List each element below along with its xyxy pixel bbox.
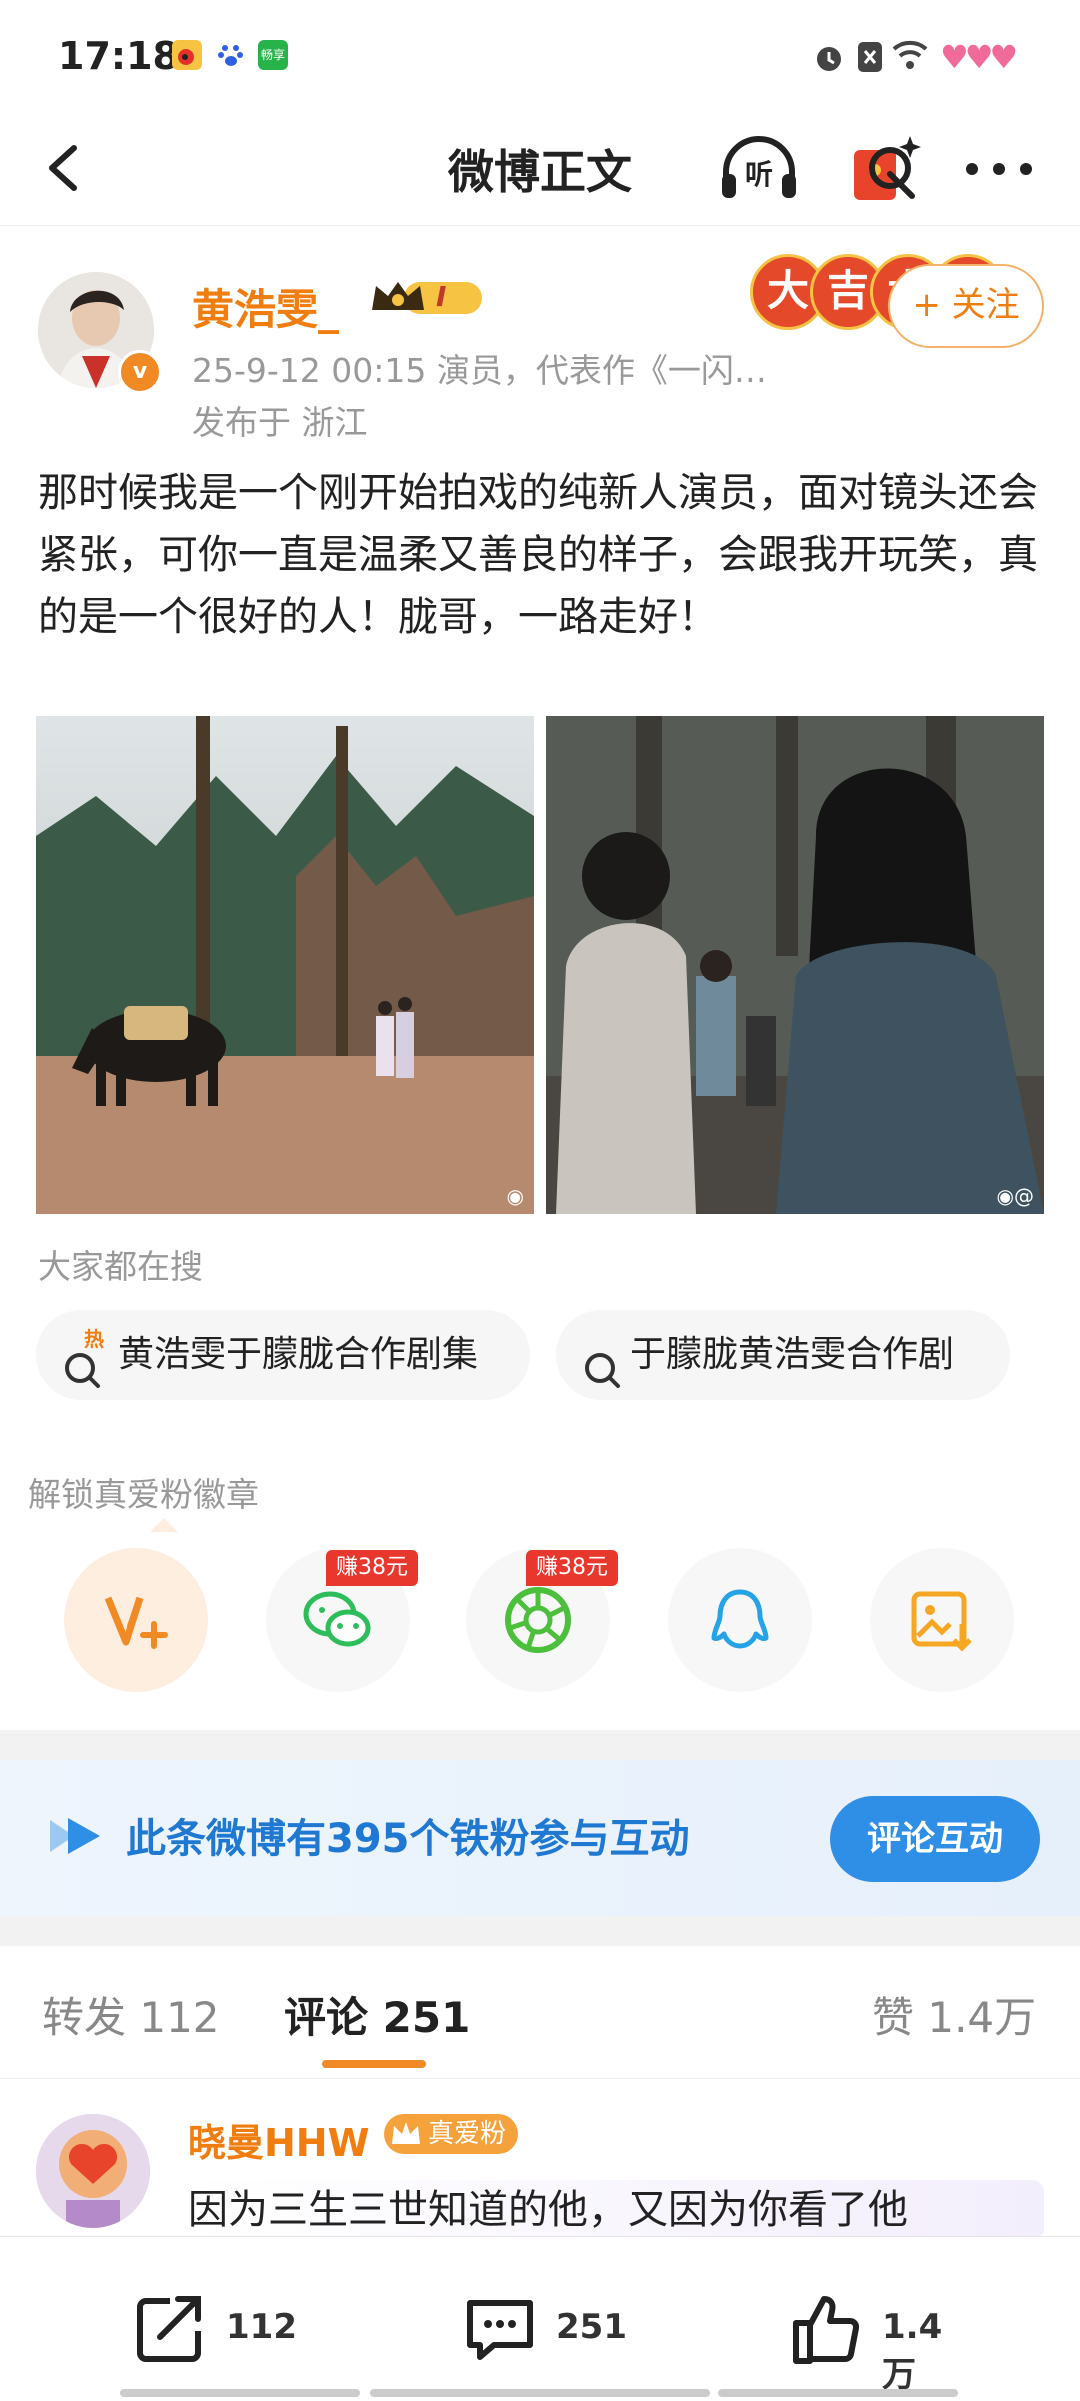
watermark-weibo-icon: ◉ [506,1184,524,1208]
earn-badge-moments: 赚38元 [526,1550,618,1586]
search-chip-1[interactable]: 热 黄浩雯于朦胧合作剧集 [36,1310,530,1400]
search-section-label: 大家都在搜 [38,1247,203,1286]
search-icon [582,1334,624,1388]
post-photo-1[interactable]: ◉ [36,716,534,1214]
save-image-button[interactable] [870,1548,1014,1692]
wifi-icon [892,40,928,74]
section-divider [0,1916,1080,1946]
watermark-weibo-icon: ◉@ [996,1184,1034,1208]
search-chip-2-label: 于朦胧黄浩雯合作剧 [630,1334,955,1375]
level-badge: I [436,280,447,313]
share-qq-button[interactable] [668,1548,812,1692]
like-action[interactable]: 1.4万 [786,2289,966,2395]
true-fan-badge-label: 真爱粉 [428,2119,507,2149]
true-fan-badge: 真爱粉 [384,2114,519,2154]
section-divider [0,1730,1080,1760]
label-pointer [150,1518,178,1532]
play-icon [44,1812,106,1864]
comment-text: 因为三生三世知道的他，又因为你看了他 [188,2180,1044,2240]
status-bar: 17:18 畅享 ♥♥♥ [0,0,1080,110]
battery-hearts-icon: ♥♥♥ [940,38,1018,76]
alarm-icon [812,40,846,78]
post-meta: 25-9-12 00:15 演员，代表作《一闪… [192,351,767,390]
comment-action[interactable]: 251 [460,2289,640,2369]
baidu-notification-icon [216,40,246,70]
earn-badge-wechat: 赚38元 [326,1550,418,1586]
search-chip-1-label: 黄浩雯于朦胧合作剧集 [118,1334,479,1375]
member-crown-icon: I [368,276,486,320]
gesture-bar [120,2389,360,2397]
fans-banner-text: 此条微博有395个铁粉参与互动 [126,1816,690,1862]
gesture-bar [370,2389,710,2397]
share-weibo-fan-button[interactable] [64,1548,208,1692]
hot-search-icon: 热 [62,1328,104,1388]
nfc-icon [856,40,884,78]
tab-repost[interactable]: 转发 112 [42,1984,220,2045]
post-photo-2[interactable]: ◉@ [546,716,1044,1214]
comment-icon [467,2300,533,2360]
listen-button[interactable]: 听 [714,124,804,214]
author-name[interactable]: 黄浩雯_ [192,276,339,337]
search-chip-2[interactable]: 于朦胧黄浩雯合作剧 [556,1310,1010,1400]
repost-action[interactable]: 112 [130,2289,310,2369]
post-location: 发布于 浙江 [192,403,368,442]
bottom-action-bar: 112 251 1.4万 [0,2236,1080,2401]
listen-label: 听 [745,158,773,191]
comment-count: 251 [556,2307,627,2347]
repost-icon [137,2296,201,2362]
more-button[interactable] [954,124,1044,214]
repost-count: 112 [226,2307,297,2347]
share-section-label: 解锁真爱粉徽章 [28,1475,259,1514]
gesture-bar [718,2389,958,2397]
nav-bar: 微博正文 听 [0,110,1080,226]
tabs-divider [0,2078,1080,2079]
post-text: 那时候我是一个刚开始拍戏的纯新人演员，面对镜头还会紧张，可你一直是温柔又善良的样… [38,470,1038,640]
fan-crown-icon [392,2122,420,2144]
tab-active-indicator [322,2060,426,2068]
commenter-name[interactable]: 晓曼HHW [188,2112,370,2167]
fans-interaction-banner: 此条微博有395个铁粉参与互动 评论互动 [0,1760,1080,1916]
like-icon [793,2296,860,2364]
commenter-avatar[interactable] [36,2114,150,2228]
app-notification-icon: 畅享 [258,40,288,70]
follow-button[interactable]: + 关注 [888,264,1044,348]
weibo-notification-icon [172,40,202,70]
tab-likes[interactable]: 赞 1.4万 [872,1984,1036,2045]
like-count: 1.4万 [882,2307,943,2395]
comment-interact-button[interactable]: 评论互动 [830,1796,1040,1882]
verified-badge: v [118,350,162,394]
status-time: 17:18 [58,34,179,78]
hot-mark: 热 [84,1327,104,1351]
tab-comments[interactable]: 评论 251 [284,1984,470,2045]
red-envelope-button[interactable] [840,124,930,214]
